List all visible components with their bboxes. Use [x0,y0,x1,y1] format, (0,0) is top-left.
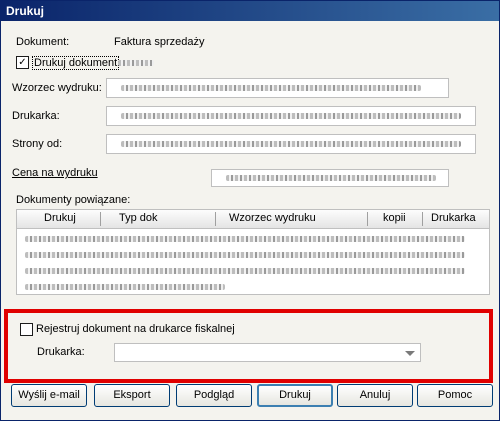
column-header[interactable]: kopii [383,212,406,224]
redacted-row [25,284,225,290]
export-button[interactable]: Eksport [94,384,170,407]
column-header[interactable]: Drukuj [44,212,76,224]
related-documents-table[interactable]: Drukuj Typ dok Wzorzec wydruku kopii Dru… [16,209,490,295]
title-bar[interactable]: Drukuj [1,1,499,21]
printer-select[interactable] [106,106,476,126]
fiscal-printer-label: Drukarka: [37,346,85,358]
fiscal-printer-select[interactable] [114,343,421,362]
redacted-value [121,141,461,147]
fiscal-register-checkbox[interactable] [20,323,33,336]
column-header[interactable]: Drukarka [431,212,476,224]
redacted-row [25,268,465,274]
column-header[interactable]: Wzorzec wydruku [229,212,316,224]
cancel-button[interactable]: Anuluj [337,384,413,407]
price-select[interactable] [211,169,449,187]
redacted-row [25,236,465,242]
document-value: Faktura sprzedaży [114,36,205,48]
redacted-value [226,175,436,181]
redacted-row [25,252,465,258]
redacted-text [118,60,154,66]
redacted-value [121,113,461,119]
window-title: Drukuj [6,4,45,18]
table-header: Drukuj Typ dok Wzorzec wydruku kopii Dru… [17,210,489,229]
document-label: Dokument: [16,36,70,48]
print-document-checkbox[interactable]: ✓ [16,56,29,69]
printer-label: Drukarka: [12,110,60,122]
print-dialog: Drukuj Dokument: Faktura sprzedaży ✓ Dru… [0,0,500,421]
send-email-button[interactable]: Wyślij e-mail [11,384,87,407]
template-select[interactable] [106,78,449,98]
print-button[interactable]: Drukuj [257,384,333,407]
price-on-print-link[interactable]: Cena na wydruku [12,167,98,179]
print-document-label[interactable]: Drukuj dokument [32,56,120,70]
pages-field[interactable] [106,134,476,154]
pages-label: Strony od: [12,138,63,150]
column-header[interactable]: Typ dok [119,212,158,224]
redacted-value [121,85,421,91]
fiscal-register-label[interactable]: Rejestruj dokument na drukarce fiskalnej [36,323,235,335]
preview-button[interactable]: Podgląd [176,384,252,407]
template-label: Wzorzec wydruku: [12,82,102,94]
chevron-down-icon[interactable] [405,351,415,356]
help-button[interactable]: Pomoc [417,384,493,407]
related-documents-label: Dokumenty powiązane: [16,194,131,206]
